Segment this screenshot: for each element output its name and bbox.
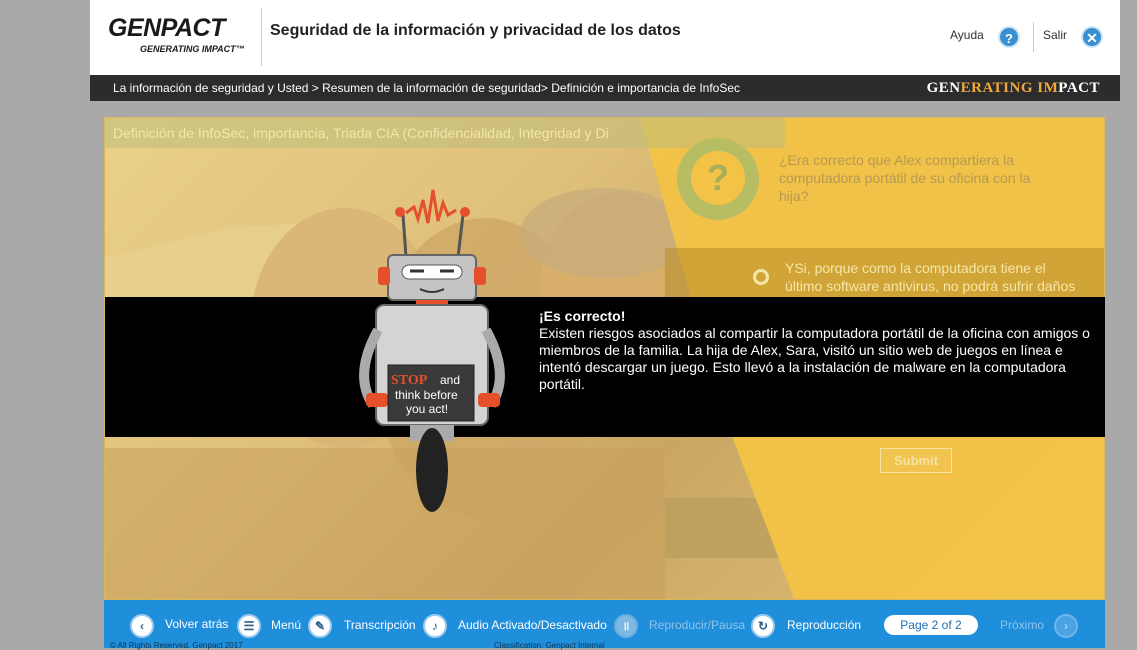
audio-toggle-button[interactable]: Audio Activado/Desactivado (458, 618, 607, 632)
feedback-title: ¡Es correcto! (539, 308, 626, 324)
robot-sign-line3: you act! (406, 402, 448, 416)
robot-sign-line2: think before (395, 388, 458, 402)
robot-mascot: STOP and think before you act! (348, 185, 518, 515)
option-label[interactable]: YSi, porque como la computadora tiene el… (785, 259, 1085, 295)
breadcrumb-bar: La información de seguridad y Usted > Re… (90, 75, 1120, 101)
gi-logo-part4: PACT (1058, 80, 1100, 96)
logo-brand: GENPACT (108, 14, 225, 42)
back-arrow-icon[interactable]: ‹ (130, 614, 154, 638)
transcript-button[interactable]: Transcripción (344, 618, 416, 632)
pause-icon[interactable]: ॥ (614, 614, 638, 638)
close-icon[interactable]: ✕ (1081, 26, 1103, 48)
help-icon[interactable]: ? (998, 26, 1020, 48)
back-button[interactable]: Volver atrás (165, 617, 228, 631)
header: GENPACT GENERATING IMPACT™ Seguridad de … (90, 0, 1120, 75)
next-arrow-icon[interactable]: › (1054, 614, 1078, 638)
transcript-icon[interactable]: ✎ (308, 614, 332, 638)
question-icon: ? (677, 138, 759, 220)
page-indicator: Page 2 of 2 (884, 615, 978, 635)
breadcrumb: La información de seguridad y Usted > Re… (113, 81, 741, 95)
generating-impact-logo: GENERATING IMPACT (927, 80, 1100, 97)
microphone-icon[interactable]: ♪ (423, 614, 447, 638)
gi-logo-part3: IM (1037, 80, 1059, 96)
next-button[interactable]: Próximo (1000, 618, 1044, 632)
app-window: GENPACT GENERATING IMPACT™ Seguridad de … (0, 0, 1137, 650)
question-mark: ? (691, 151, 745, 205)
robot-illustration: STOP and think before you act! (359, 189, 505, 512)
replay-icon[interactable]: ↻ (751, 614, 775, 638)
question-text: ¿Era correcto que Alex compartiera la co… (779, 152, 1031, 204)
slide-title: Definición de InfoSec, importancia, Tria… (105, 118, 785, 148)
header-divider (261, 8, 262, 66)
gi-logo-part1: GEN (926, 80, 961, 96)
play-pause-button[interactable]: Reproducir/Pausa (649, 618, 745, 632)
gi-logo-part2: ERATING (960, 80, 1038, 96)
feedback-popup: ¡Es correcto! Existen riesgos asociados … (105, 297, 1105, 437)
exit-label[interactable]: Salir (1043, 28, 1067, 42)
course-title: Seguridad de la información y privacidad… (270, 22, 681, 39)
robot-sign-and: and (440, 373, 460, 387)
bottom-navbar: ‹ Volver atrás ☰ Menú ✎ Transcripción ♪ … (104, 600, 1105, 650)
classification-text: Classification: Genpact Internal (494, 641, 605, 650)
replay-button[interactable]: Reproducción (787, 618, 861, 632)
robot-sign-stop: STOP (391, 373, 428, 388)
submit-button[interactable]: Submit (880, 448, 952, 473)
menu-icon[interactable]: ☰ (237, 614, 261, 638)
feedback-body: Existen riesgos asociados al compartir l… (539, 325, 1090, 392)
copyright-text: © All Rights Reserved. Genpact 2017 (110, 641, 243, 650)
logo-tagline: GENERATING IMPACT™ (140, 44, 245, 54)
genpact-logo: GENPACT GENERATING IMPACT™ (108, 14, 248, 60)
help-label[interactable]: Ayuda (950, 28, 984, 42)
menu-button[interactable]: Menú (271, 618, 301, 632)
header-divider-2 (1033, 22, 1034, 52)
option-radio[interactable] (753, 269, 769, 285)
